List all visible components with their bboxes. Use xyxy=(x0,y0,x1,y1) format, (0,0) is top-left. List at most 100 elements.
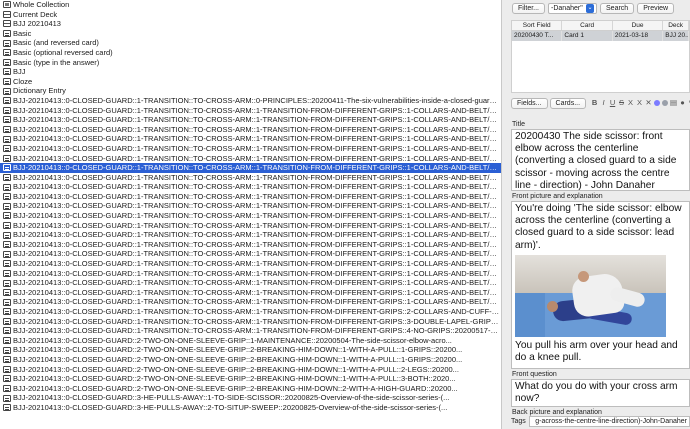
sidebar-item[interactable]: Whole Collection xyxy=(0,0,501,10)
subscript-icon[interactable]: X xyxy=(636,98,643,108)
sidebar-item-label: BJJ-20210413::0-CLOSED-GUARD::1-TRANSITI… xyxy=(13,134,501,144)
search-button[interactable]: Search xyxy=(600,2,635,14)
sidebar-item-label: BJJ-20210413::0-CLOSED-GUARD::1-TRANSITI… xyxy=(13,105,501,115)
sidebar-item[interactable]: Dictionary Entry xyxy=(0,86,501,96)
sidebar-item[interactable]: BJJ-20210413::0-CLOSED-GUARD::1-TRANSITI… xyxy=(0,297,501,307)
sidebar-item[interactable]: BJJ-20210413::0-CLOSED-GUARD::1-TRANSITI… xyxy=(0,249,501,259)
note-type-icon xyxy=(3,30,11,38)
sidebar-item-label: BJJ-20210413::0-CLOSED-GUARD::1-TRANSITI… xyxy=(13,268,501,278)
fields-button[interactable]: Fields... xyxy=(511,97,548,109)
field-front-picture-input[interactable]: You're doing 'The side scissor: elbow ac… xyxy=(511,201,690,369)
sidebar-item-label: BJJ-20210413::0-CLOSED-GUARD::1-TRANSITI… xyxy=(13,124,501,134)
sidebar-item[interactable]: BJJ-20210413::0-CLOSED-GUARD::3-HE-PULLS… xyxy=(0,393,501,403)
attach-icon[interactable]: ▤ xyxy=(670,98,677,108)
sidebar-item[interactable]: BJJ 20210413 xyxy=(0,19,501,29)
sidebar-item[interactable]: BJJ-20210413::0-CLOSED-GUARD::1-TRANSITI… xyxy=(0,192,501,202)
tag-icon xyxy=(3,308,11,316)
sidebar-item[interactable]: BJJ-20210413::0-CLOSED-GUARD::2-TWO-ON-O… xyxy=(0,365,501,375)
column-header-sort-field[interactable]: Sort Field xyxy=(512,21,563,30)
note-type-icon xyxy=(3,78,11,86)
sidebar-item[interactable]: BJJ-20210413::0-CLOSED-GUARD::2-TWO-ON-O… xyxy=(0,374,501,384)
sidebar-item-label: BJJ-20210413::0-CLOSED-GUARD::2-TWO-ON-O… xyxy=(13,335,452,345)
sidebar-item[interactable]: BJJ-20210413::0-CLOSED-GUARD::1-TRANSITI… xyxy=(0,230,501,240)
cell-sort-field: 20200430 T... xyxy=(512,31,563,41)
sidebar-item[interactable]: BJJ-20210413::0-CLOSED-GUARD::1-TRANSITI… xyxy=(0,201,501,211)
tags-input[interactable]: g-across-the-centre-line-direction)-John… xyxy=(528,415,690,427)
sidebar-item[interactable]: BJJ-20210413::0-CLOSED-GUARD::2-TWO-ON-O… xyxy=(0,355,501,365)
tag-icon xyxy=(3,250,11,258)
sidebar-item-label: BJJ xyxy=(13,67,26,77)
sidebar-item[interactable]: Basic xyxy=(0,29,501,39)
sidebar-item[interactable]: BJJ-20210413::0-CLOSED-GUARD::1-TRANSITI… xyxy=(0,211,501,221)
sidebar-item-label: BJJ-20210413::0-CLOSED-GUARD::1-TRANSITI… xyxy=(13,115,501,125)
highlight-color-icon[interactable] xyxy=(662,100,669,106)
filter-button[interactable]: Filter... xyxy=(512,2,546,14)
sidebar-item-label: BJJ-20210413::0-CLOSED-GUARD::1-TRANSITI… xyxy=(13,307,501,316)
sidebar-item[interactable]: BJJ-20210413::0-CLOSED-GUARD::1-TRANSITI… xyxy=(0,173,501,183)
sidebar-item[interactable]: BJJ-20210413::0-CLOSED-GUARD::1-TRANSITI… xyxy=(0,96,501,106)
tags-label: Tags xyxy=(511,417,526,425)
sidebar-item-label: BJJ-20210413::0-CLOSED-GUARD::1-TRANSITI… xyxy=(13,316,501,326)
column-header-card[interactable]: Card xyxy=(562,21,613,30)
deck-icon xyxy=(3,10,11,18)
superscript-icon[interactable]: X xyxy=(627,98,634,108)
sidebar-item[interactable]: BJJ-20210413::0-CLOSED-GUARD::1-TRANSITI… xyxy=(0,317,501,327)
sidebar-item[interactable]: BJJ-20210413::0-CLOSED-GUARD::1-TRANSITI… xyxy=(0,278,501,288)
sidebar-item[interactable]: Basic (and reversed card) xyxy=(0,38,501,48)
sidebar-item[interactable]: BJJ-20210413::0-CLOSED-GUARD::1-TRANSITI… xyxy=(0,269,501,279)
sidebar-item-label: Basic xyxy=(13,28,32,38)
table-row[interactable]: 20200430 T... Card 1 2021-03-18 BJJ 20..… xyxy=(512,31,689,41)
preview-button[interactable]: Preview xyxy=(637,2,675,14)
sidebar-item[interactable]: BJJ-20210413::0-CLOSED-GUARD::3-HE-PULLS… xyxy=(0,403,501,413)
note-type-icon xyxy=(3,58,11,66)
sidebar-item[interactable]: Basic (optional reversed card) xyxy=(0,48,501,58)
underline-icon[interactable]: U xyxy=(609,98,616,108)
field-label-title: Title xyxy=(512,121,525,128)
strikethrough-icon[interactable]: S xyxy=(618,98,625,108)
sidebar-item[interactable]: Basic (type in the answer) xyxy=(0,58,501,68)
sidebar-item[interactable]: BJJ-20210413::0-CLOSED-GUARD::1-TRANSITI… xyxy=(0,134,501,144)
text-color-icon[interactable] xyxy=(654,100,661,106)
sidebar-item[interactable]: BJJ-20210413::0-CLOSED-GUARD::1-TRANSITI… xyxy=(0,125,501,135)
sidebar-item-label: BJJ-20210413::0-CLOSED-GUARD::1-TRANSITI… xyxy=(13,278,501,288)
record-audio-icon[interactable]: ● xyxy=(679,98,686,108)
field-front-question-input[interactable]: What do you do with your cross arm now? xyxy=(511,379,690,407)
sidebar-item[interactable]: BJJ-20210413::0-CLOSED-GUARD::1-TRANSITI… xyxy=(0,182,501,192)
sidebar-item-label: Dictionary Entry xyxy=(13,86,66,96)
sidebar-item[interactable]: BJJ-20210413::0-CLOSED-GUARD::1-TRANSITI… xyxy=(0,307,501,317)
sidebar-item[interactable]: BJJ-20210413::0-CLOSED-GUARD::1-TRANSITI… xyxy=(0,154,501,164)
clear-format-icon[interactable]: ✕ xyxy=(645,98,652,108)
sidebar-item-label: BJJ-20210413::0-CLOSED-GUARD::1-TRANSITI… xyxy=(13,220,501,230)
column-header-due[interactable]: Due xyxy=(613,21,664,30)
tag-icon xyxy=(3,116,11,124)
sidebar-item[interactable]: BJJ-20210413::0-CLOSED-GUARD::2-TWO-ON-O… xyxy=(0,345,501,355)
sidebar-item[interactable]: BJJ-20210413::0-CLOSED-GUARD::1-TRANSITI… xyxy=(0,259,501,269)
sidebar-item[interactable]: BJJ-20210413::0-CLOSED-GUARD::1-TRANSITI… xyxy=(0,326,501,336)
cards-button[interactable]: Cards... xyxy=(549,97,587,109)
sidebar-item[interactable]: BJJ-20210413::0-CLOSED-GUARD::1-TRANSITI… xyxy=(0,288,501,298)
cell-due: 2021-03-18 xyxy=(613,31,664,41)
field-label-front-question: Front question xyxy=(512,371,557,378)
sidebar-item[interactable]: BJJ-20210413::0-CLOSED-GUARD::1-TRANSITI… xyxy=(0,115,501,125)
sidebar-item[interactable]: BJJ-20210413::0-CLOSED-GUARD::1-TRANSITI… xyxy=(0,221,501,231)
sidebar-item[interactable]: BJJ-20210413::0-CLOSED-GUARD::1-TRANSITI… xyxy=(0,240,501,250)
sidebar-item[interactable]: BJJ-20210413::0-CLOSED-GUARD::1-TRANSITI… xyxy=(0,106,501,116)
field-title-input[interactable]: 20200430 The side scissor: front elbow a… xyxy=(511,129,690,191)
sidebar-item[interactable]: Current Deck xyxy=(0,10,501,20)
sidebar-item[interactable]: Cloze xyxy=(0,77,501,87)
sidebar-item-label: BJJ-20210413::0-CLOSED-GUARD::1-TRANSITI… xyxy=(13,143,501,153)
column-header-deck[interactable]: Deck xyxy=(663,21,689,30)
sidebar-item-label: BJJ-20210413::0-CLOSED-GUARD::1-TRANSITI… xyxy=(13,297,501,307)
card-table: Sort Field Card Due Deck 20200430 T... C… xyxy=(511,20,690,93)
sidebar-item-label: BJJ-20210413::0-CLOSED-GUARD::1-TRANSITI… xyxy=(13,172,501,182)
tag-icon xyxy=(3,337,11,345)
sidebar-item[interactable]: BJJ-20210413::0-CLOSED-GUARD::2-TWO-ON-O… xyxy=(0,336,501,346)
sidebar-item[interactable]: BJJ-20210413::0-CLOSED-GUARD::2-TWO-ON-O… xyxy=(0,384,501,394)
search-dropdown-icon[interactable]: ⌄ xyxy=(586,3,595,13)
bold-icon[interactable]: B xyxy=(591,98,598,108)
italic-icon[interactable]: I xyxy=(600,98,607,108)
sidebar-item[interactable]: BJJ xyxy=(0,67,501,77)
sidebar-item[interactable]: BJJ-20210413::0-CLOSED-GUARD::1-TRANSITI… xyxy=(0,163,501,173)
search-input[interactable]: -Danaher" ⌄ xyxy=(548,2,598,14)
sidebar-item[interactable]: BJJ-20210413::0-CLOSED-GUARD::1-TRANSITI… xyxy=(0,144,501,154)
